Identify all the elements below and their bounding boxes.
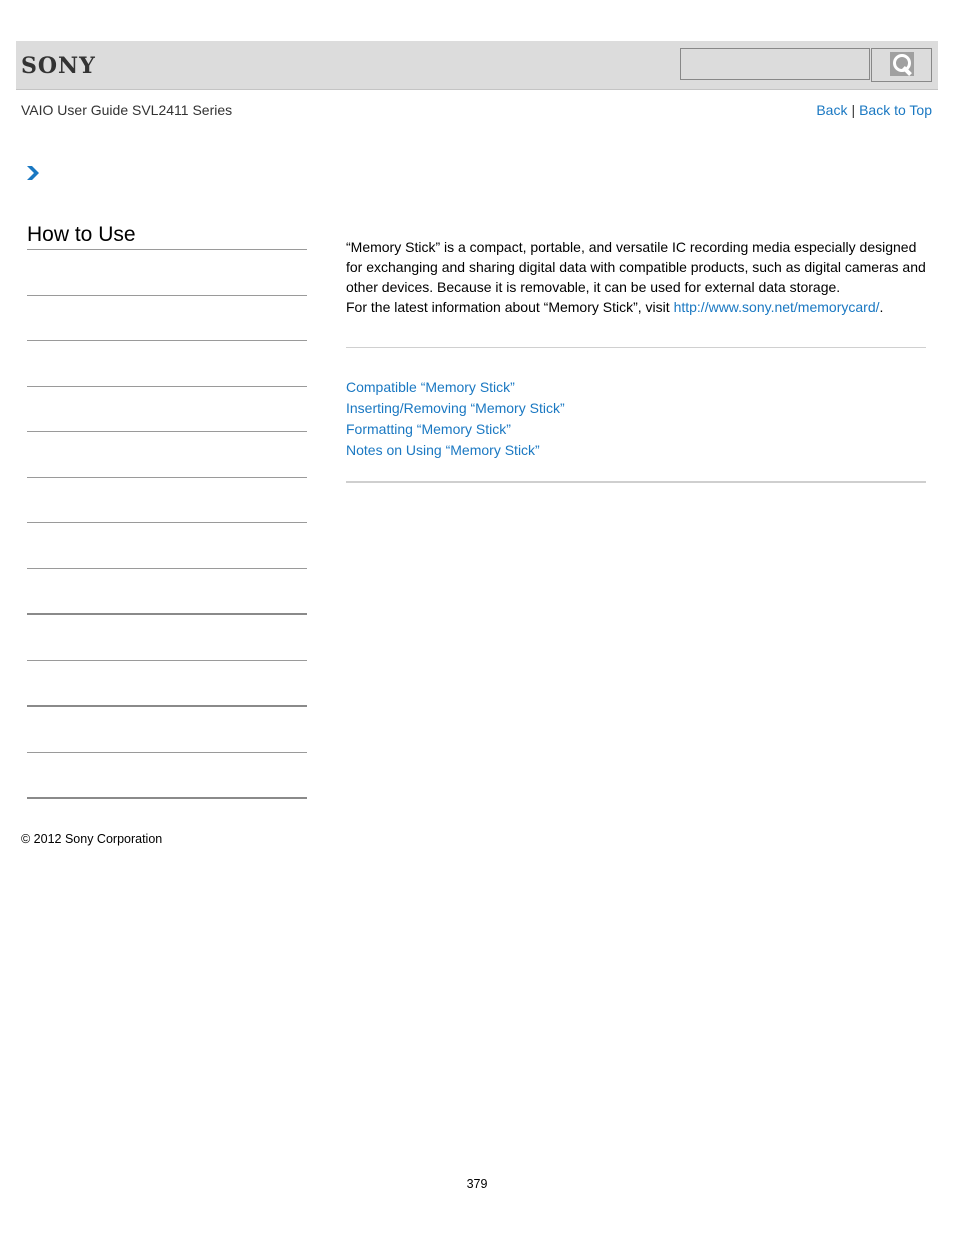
sidebar-divider [27, 431, 307, 432]
guide-title: VAIO User Guide SVL2411 Series [21, 102, 233, 118]
back-to-top-link[interactable]: Back to Top [859, 102, 932, 118]
sidebar-divider [27, 476, 307, 478]
memorycard-link[interactable]: http://www.sony.net/memorycard/ [674, 299, 880, 315]
sidebar-divider [27, 751, 307, 753]
top-nav: Back | Back to Top [816, 102, 932, 118]
sidebar-divider [27, 385, 307, 387]
intro-link-line: For the latest information about “Memory… [346, 297, 926, 317]
sidebar-divider [27, 659, 307, 661]
sidebar-title: How to Use [27, 223, 136, 246]
sidebar-divider [27, 294, 307, 296]
page-number: 379 [466, 1177, 488, 1191]
sidebar-divider [27, 567, 307, 569]
intro-paragraph: “Memory Stick” is a compact, portable, a… [346, 239, 926, 295]
sidebar-divider [27, 249, 307, 250]
nav-separator: | [851, 102, 856, 118]
link-inserting-removing-memory-stick[interactable]: Inserting/Removing “Memory Stick” [346, 398, 565, 419]
sidebar-divider [27, 797, 307, 799]
sidebar-nav [27, 249, 307, 844]
search-input[interactable] [680, 48, 870, 80]
intro-link-prefix: For the latest information about “Memory… [346, 299, 674, 315]
intro-link-suffix: . [879, 299, 884, 315]
back-link[interactable]: Back [816, 102, 847, 118]
search-button[interactable] [871, 48, 932, 82]
related-links: Compatible “Memory Stick” Inserting/Remo… [346, 377, 565, 461]
sony-logo: SONY [21, 53, 96, 79]
sidebar-divider [27, 522, 307, 523]
link-notes-on-using-memory-stick[interactable]: Notes on Using “Memory Stick” [346, 440, 565, 461]
sidebar-divider [27, 613, 307, 615]
copyright: © 2012 Sony Corporation [21, 832, 163, 846]
content-divider-bottom [346, 481, 926, 483]
intro-text: “Memory Stick” is a compact, portable, a… [346, 237, 926, 317]
link-compatible-memory-stick[interactable]: Compatible “Memory Stick” [346, 377, 565, 398]
content-divider [346, 347, 926, 348]
chevron-right-icon[interactable] [26, 165, 40, 181]
link-formatting-memory-stick[interactable]: Formatting “Memory Stick” [346, 419, 565, 440]
search-icon [890, 52, 914, 76]
sidebar-divider [27, 705, 307, 707]
sidebar-divider [27, 340, 307, 341]
